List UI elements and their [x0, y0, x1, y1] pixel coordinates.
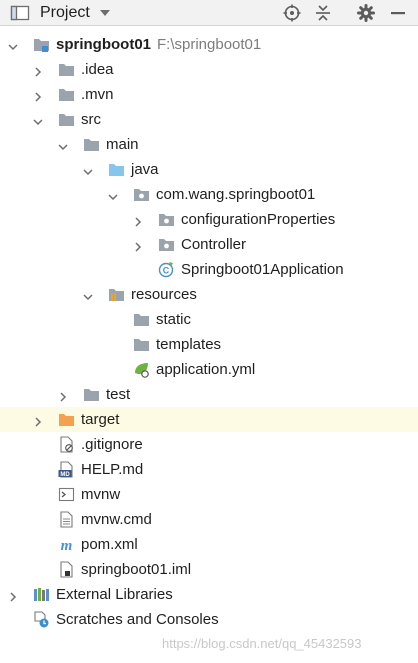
tree-node-mvnw[interactable]: mvnw: [0, 482, 418, 507]
spring-config-file-icon: [133, 361, 150, 378]
header-title: Project: [40, 3, 90, 21]
package-icon: [158, 211, 175, 228]
tree-node-label: test: [106, 386, 131, 403]
tree-node-label: com.wang.springboot01: [156, 186, 316, 203]
tree-node-label: mvnw: [81, 486, 121, 503]
folder-icon: [133, 311, 150, 328]
tree-node-target[interactable]: target: [0, 407, 418, 432]
module-folder-icon: [33, 36, 50, 53]
ignore-file-icon: [58, 436, 75, 453]
folder-icon: [83, 386, 100, 403]
tree-node-label: target: [81, 411, 120, 428]
package-icon: [133, 186, 150, 203]
folder-icon: [58, 111, 75, 128]
tree-node-scratches-and-consoles[interactable]: Scratches and Consoles: [0, 607, 418, 632]
tree-node-mvnw-cmd[interactable]: mvnw.cmd: [0, 507, 418, 532]
tree-node-label: Scratches and Consoles: [56, 611, 219, 628]
tree-node-springboot01-iml[interactable]: springboot01.iml: [0, 557, 418, 582]
chevron-down-icon[interactable]: [83, 164, 93, 176]
tree-node-label: springboot01.iml: [81, 561, 192, 578]
svg-text:m: m: [61, 538, 73, 553]
tree-node-help-md[interactable]: MD HELP.md: [0, 457, 418, 482]
source-folder-icon: [108, 161, 125, 178]
tree-node-idea[interactable]: .idea: [0, 57, 418, 82]
external-libraries-icon: [33, 586, 50, 603]
tree-node-configurationproperties[interactable]: configurationProperties: [0, 207, 418, 232]
folder-icon: [133, 336, 150, 353]
folder-icon: [58, 61, 75, 78]
tree-node-java[interactable]: java: [0, 157, 418, 182]
tree-node-springboot01[interactable]: springboot01 F:\springboot01: [0, 32, 418, 57]
tree-node-label: .idea: [81, 61, 114, 78]
tree-node-label: .gitignore: [81, 436, 143, 453]
tree-node-pom-xml[interactable]: m pom.xml: [0, 532, 418, 557]
tree-node-external-libraries[interactable]: External Libraries: [0, 582, 418, 607]
scratches-icon: [33, 611, 50, 628]
tree-node-main[interactable]: main: [0, 132, 418, 157]
tree-node-controller[interactable]: Controller: [0, 232, 418, 257]
project-view-selector[interactable]: Project: [40, 0, 112, 25]
tree-node-src[interactable]: src: [0, 107, 418, 132]
tree-node-gitignore[interactable]: .gitignore: [0, 432, 418, 457]
module-file-icon: [58, 561, 75, 578]
chevron-down-icon[interactable]: [58, 139, 68, 151]
chevron-right-icon[interactable]: [133, 214, 143, 227]
spring-boot-class-icon: C: [158, 261, 175, 278]
chevron-right-icon[interactable]: [33, 89, 43, 102]
tree-node-label: pom.xml: [81, 536, 138, 553]
folder-icon: [83, 136, 100, 153]
tree-node-label: .mvn: [81, 86, 114, 103]
chevron-down-icon[interactable]: [83, 289, 93, 301]
tree-node-label: main: [106, 136, 139, 153]
tree-node-label: application.yml: [156, 361, 256, 378]
module-path-hint: F:\springboot01: [157, 36, 262, 53]
chevron-right-icon[interactable]: [33, 414, 43, 427]
tree-node-label: HELP.md: [81, 461, 144, 478]
gear-icon[interactable]: [357, 0, 375, 25]
project-view-icon[interactable]: [10, 0, 30, 25]
chevron-right-icon[interactable]: [33, 64, 43, 77]
markdown-file-icon: MD: [58, 461, 75, 478]
excluded-folder-icon: [58, 411, 75, 428]
tree-node-label: springboot01 F:\springboot01: [56, 36, 262, 53]
maven-icon: m: [58, 536, 75, 554]
tree-node-test[interactable]: test: [0, 382, 418, 407]
tree-node-label: configurationProperties: [181, 211, 336, 228]
collapse-all-icon[interactable]: [315, 0, 331, 25]
tree-node-mvn[interactable]: .mvn: [0, 82, 418, 107]
tree-node-label: mvnw.cmd: [81, 511, 152, 528]
chevron-right-icon[interactable]: [8, 589, 18, 602]
shell-script-icon: [58, 486, 75, 503]
resources-folder-icon: [108, 286, 125, 303]
chevron-down-icon[interactable]: [108, 189, 118, 201]
svg-text:MD: MD: [60, 472, 70, 478]
tree-node-label: src: [81, 111, 101, 128]
tree-node-label: resources: [131, 286, 197, 303]
chevron-down-icon[interactable]: [33, 114, 43, 126]
tree-node-com-wang-springboot01[interactable]: com.wang.springboot01: [0, 182, 418, 207]
tree-node-label: templates: [156, 336, 222, 353]
tree-node-application-yml[interactable]: application.yml: [0, 357, 418, 382]
text-file-icon: [58, 511, 75, 528]
tree-node-label: Springboot01Application: [181, 261, 344, 278]
folder-icon: [58, 86, 75, 103]
tree-node-static[interactable]: static: [0, 307, 418, 332]
tree-node-resources[interactable]: resources: [0, 282, 418, 307]
chevron-right-icon[interactable]: [58, 389, 68, 402]
tree-node-springboot01application[interactable]: C Springboot01Application: [0, 257, 418, 282]
project-tool-window-header: Project: [0, 0, 418, 26]
tree-node-label: static: [156, 311, 192, 328]
tree-node-templates[interactable]: templates: [0, 332, 418, 357]
chevron-right-icon[interactable]: [133, 239, 143, 252]
svg-text:C: C: [163, 266, 170, 276]
chevron-down-icon[interactable]: [8, 39, 18, 51]
locate-file-icon[interactable]: [283, 0, 301, 25]
package-icon: [158, 236, 175, 253]
tree-node-label: External Libraries: [56, 586, 173, 603]
chevron-down-icon: [99, 9, 110, 16]
watermark: https://blog.csdn.net/qq_45432593: [162, 636, 362, 651]
hide-icon[interactable]: [390, 0, 406, 25]
tree-node-label: java: [131, 161, 159, 178]
tree-node-label: Controller: [181, 236, 247, 253]
